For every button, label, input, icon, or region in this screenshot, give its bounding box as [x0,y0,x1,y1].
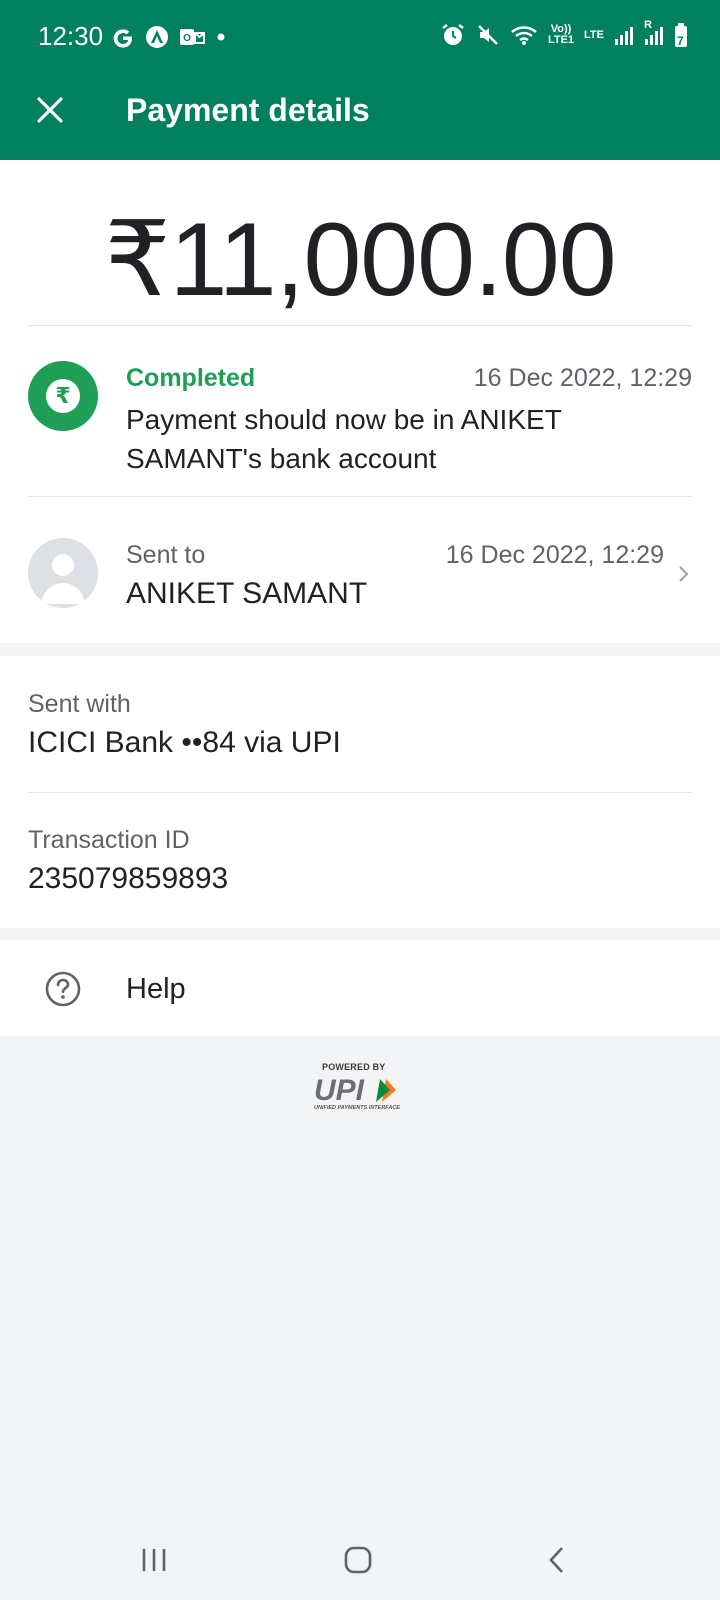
status-bar: 12:30 O Vo)) LTE1 LTE R 7 [0,0,720,72]
dot-icon [214,22,228,52]
battery-icon: 7 [674,20,688,50]
roaming-label: R [644,19,652,31]
recents-icon [142,1549,166,1571]
system-nav-bar [0,1520,720,1600]
home-button[interactable] [328,1532,388,1588]
sent-with-label: Sent with [28,690,131,718]
avatar-icon [28,538,98,608]
upi-logo: POWERED BY UPI UNIFIED PAYMENTS INTERFAC… [310,1062,420,1114]
status-system-icons: Vo)) LTE1 LTE R 7 [440,20,688,50]
home-icon [344,1546,372,1574]
recipient-row[interactable]: Sent to 16 Dec 2022, 12:29 ANIKET SAMANT [0,508,720,642]
divider [28,496,692,497]
signal-roaming-icon: R [644,20,664,50]
mute-icon [476,20,500,50]
status-notification-icons: O [110,22,228,52]
divider [28,792,692,793]
svg-text:O: O [183,33,191,44]
back-button[interactable] [528,1532,588,1588]
lte-label: LTE [584,28,604,41]
volte-icon: Vo)) LTE1 [548,20,574,50]
help-row[interactable]: Help [0,940,720,1036]
rupee-icon: ₹ [46,379,80,413]
transaction-id-label: Transaction ID [28,826,190,854]
upi-subtitle: UNIFIED PAYMENTS INTERFACE [314,1105,400,1111]
status-icon: ₹ [28,361,98,431]
app-bar: 12:30 O Vo)) LTE1 LTE R 7 Payment detail… [0,0,720,160]
upi-logo-text: UPI [314,1074,365,1104]
transaction-details-card: Sent with ICICI Bank ••84 via UPI Transa… [0,656,720,928]
chevron-right-icon [679,566,689,582]
transaction-id-value[interactable]: 235079859893 [28,862,228,896]
status-timestamp: 16 Dec 2022, 12:29 [473,364,692,392]
google-icon [110,22,136,52]
back-icon [549,1547,563,1573]
close-button[interactable] [28,88,72,132]
payment-amount: ₹11,000.00 [104,202,616,318]
status-message: Payment should now be in ANIKET SAMANT's… [126,404,562,474]
sent-to-label: Sent to [126,541,206,569]
recipient-name: ANIKET SAMANT [126,577,368,610]
status-time: 12:30 [38,21,104,51]
volte-label-bottom: LTE1 [547,34,575,46]
recents-button[interactable] [124,1532,184,1588]
powered-by-label: POWERED BY [322,1062,386,1072]
page-title: Payment details [126,92,370,128]
signal-icon [614,20,634,50]
sent-with-value: ICICI Bank ••84 via UPI [28,726,341,759]
wifi-icon [510,20,538,50]
help-label: Help [126,973,186,1005]
battery-level: 7 [677,34,684,48]
close-icon [37,97,63,123]
sent-to-timestamp: 16 Dec 2022, 12:29 [445,541,664,569]
status-label: Completed [126,364,256,392]
alarm-icon [440,20,466,50]
divider [28,325,692,326]
outlook-icon: O [178,22,206,52]
assistant-icon [144,22,170,52]
payment-summary-card: ₹11,000.00 ₹ Completed 16 Dec 2022, 12:2… [0,160,720,643]
help-icon [45,971,81,1007]
lte-icon: LTE [584,20,604,50]
